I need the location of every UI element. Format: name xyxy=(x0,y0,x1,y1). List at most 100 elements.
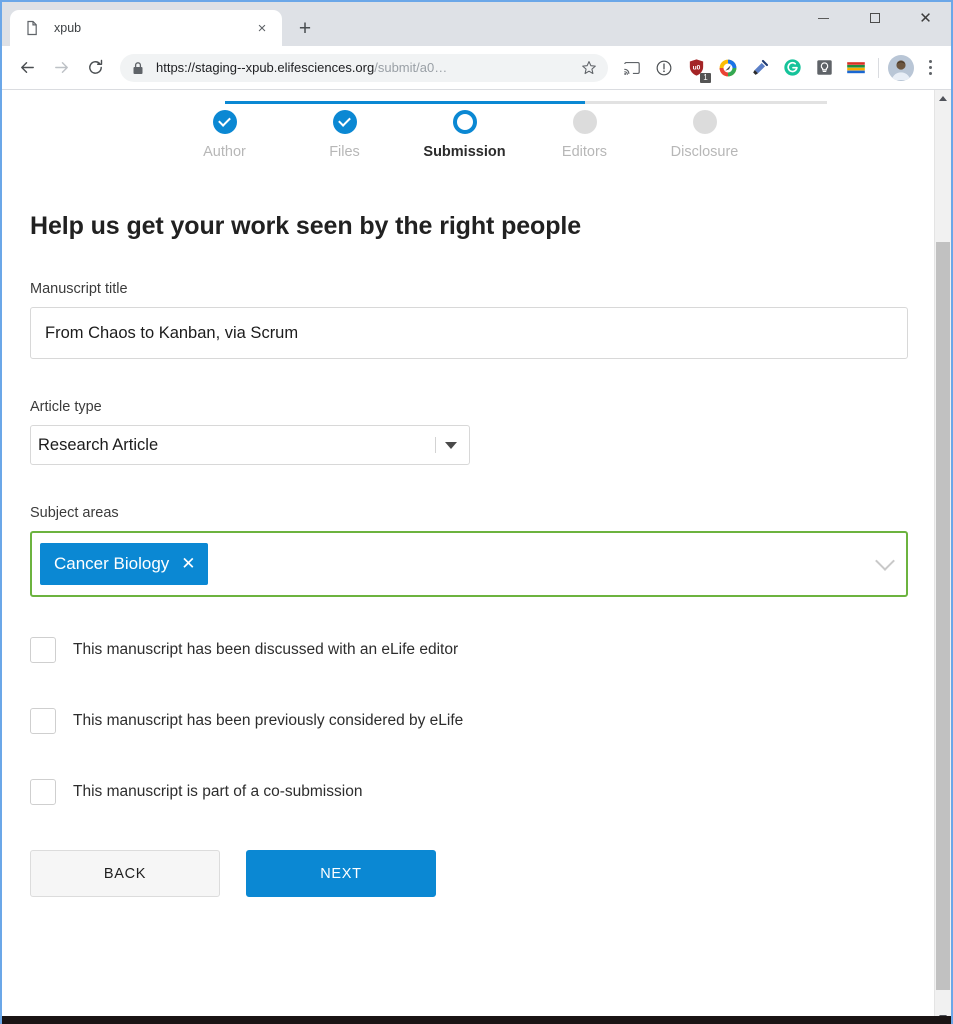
step-label-author: Author xyxy=(203,144,246,160)
tag-cancer-biology[interactable]: Cancer Biology ✕ xyxy=(40,543,208,585)
info-circle-icon[interactable] xyxy=(650,54,678,82)
checkbox-group: This manuscript has been discussed with … xyxy=(30,637,899,805)
forward-button[interactable] xyxy=(46,53,76,83)
step-connector-2 xyxy=(344,101,585,104)
article-type-select[interactable]: Research Article xyxy=(30,425,470,465)
caret-down-icon xyxy=(445,441,457,449)
field-subject-areas: Subject areas Cancer Biology ✕ xyxy=(30,505,908,597)
step-label-submission: Submission xyxy=(423,144,506,160)
minimize-icon xyxy=(818,17,829,19)
step-todo-icon xyxy=(572,110,597,134)
checkbox-previously-considered[interactable] xyxy=(30,708,56,734)
step-connector-3 xyxy=(584,101,705,104)
subject-areas-multiselect[interactable]: Cancer Biology ✕ xyxy=(30,531,908,597)
star-icon[interactable] xyxy=(578,60,600,76)
step-files[interactable]: Files xyxy=(285,110,405,160)
page-viewport: Author Files Submission Editors Disclosu… xyxy=(2,90,951,1024)
browser-window: xpub × + ✕ https://staging--xpub.elifesc… xyxy=(0,0,953,1024)
lightbulb-icon[interactable] xyxy=(810,54,838,82)
reload-button[interactable] xyxy=(80,53,110,83)
step-current-icon xyxy=(452,110,477,134)
step-disclosure[interactable]: Disclosure xyxy=(645,110,765,160)
reload-icon xyxy=(88,59,102,74)
window-controls: ✕ xyxy=(798,2,951,34)
cast-icon[interactable] xyxy=(618,54,646,82)
select-separator xyxy=(435,437,436,453)
window-bottom-edge xyxy=(2,1016,951,1024)
next-button[interactable]: NEXT xyxy=(246,850,436,897)
menu-dot xyxy=(928,66,932,69)
menu-dot xyxy=(928,60,932,63)
step-connector-4 xyxy=(704,101,827,104)
avatar[interactable] xyxy=(888,54,914,81)
close-icon: ✕ xyxy=(919,8,932,27)
menu-dot xyxy=(928,72,932,75)
scroll-up-arrow-icon[interactable] xyxy=(935,90,951,107)
checkbox-label-discussed-with-editor: This manuscript has been discussed with … xyxy=(73,641,459,658)
maximize-button[interactable] xyxy=(849,2,900,34)
ublock-origin-shield-icon[interactable]: u0 1 xyxy=(682,54,711,83)
checkbox-row-co-submission[interactable]: This manuscript is part of a co-submissi… xyxy=(30,779,899,805)
new-tab-button[interactable]: + xyxy=(288,11,322,45)
step-todo-icon xyxy=(692,110,717,134)
checkbox-label-previously-considered: This manuscript has been previously cons… xyxy=(73,712,464,729)
ublock-badge-count: 1 xyxy=(700,72,711,83)
tag-label: Cancer Biology xyxy=(54,554,170,573)
page-icon xyxy=(24,20,40,36)
back-arrow-icon xyxy=(20,62,34,73)
checkbox-row-previously-considered[interactable]: This manuscript has been previously cons… xyxy=(30,708,899,734)
checkbox-row-discussed-with-editor[interactable]: This manuscript has been discussed with … xyxy=(30,637,899,663)
color-circle-icon[interactable] xyxy=(714,54,742,82)
article-type-value: Research Article xyxy=(38,435,159,454)
step-connector-1 xyxy=(224,101,345,104)
chevron-down-icon[interactable] xyxy=(875,551,895,571)
page-content: Author Files Submission Editors Disclosu… xyxy=(2,90,934,1024)
arrow-up-glyph xyxy=(939,96,947,101)
step-author[interactable]: Author xyxy=(165,110,285,160)
svg-text:u0: u0 xyxy=(692,65,700,72)
checkbox-co-submission[interactable] xyxy=(30,779,56,805)
extension-icons: u0 1 xyxy=(616,54,872,83)
grammarly-icon[interactable] xyxy=(778,54,806,82)
maximize-icon xyxy=(869,13,880,23)
checkbox-label-co-submission: This manuscript is part of a co-submissi… xyxy=(73,783,363,800)
tag-remove-icon[interactable]: ✕ xyxy=(181,555,195,573)
step-check-icon xyxy=(212,110,237,134)
color-stack-icon[interactable] xyxy=(842,54,870,82)
back-button[interactable] xyxy=(12,53,42,83)
eyedropper-icon[interactable] xyxy=(746,54,774,82)
browser-toolbar: https://staging--xpub.elifesciences.org/… xyxy=(2,46,951,90)
scrollbar-thumb[interactable] xyxy=(936,242,950,990)
browser-tab-xpub[interactable]: xpub × xyxy=(10,10,282,46)
submission-progress-stepper: Author Files Submission Editors Disclosu… xyxy=(165,90,827,170)
step-label-disclosure: Disclosure xyxy=(670,144,739,160)
step-check-icon xyxy=(332,110,357,134)
manuscript-title-label: Manuscript title xyxy=(30,281,128,297)
url-path: /submit/a0… xyxy=(374,60,448,75)
step-label-files: Files xyxy=(329,144,360,160)
step-submission[interactable]: Submission xyxy=(405,110,525,160)
vertical-scrollbar[interactable] xyxy=(934,90,951,1024)
manuscript-title-input[interactable]: From Chaos to Kanban, via Scrum xyxy=(30,307,908,359)
tab-strip: xpub × + ✕ xyxy=(2,2,951,46)
minimize-button[interactable] xyxy=(798,2,849,34)
step-editors[interactable]: Editors xyxy=(525,110,645,160)
url-text: https://staging--xpub.elifesciences.org/… xyxy=(156,60,578,75)
address-bar[interactable]: https://staging--xpub.elifesciences.org/… xyxy=(120,53,608,82)
subject-areas-label: Subject areas xyxy=(30,505,119,521)
tab-close-icon[interactable]: × xyxy=(252,18,272,38)
tab-title: xpub xyxy=(54,21,82,35)
back-button[interactable]: BACK xyxy=(30,850,220,897)
checkbox-discussed-with-editor[interactable] xyxy=(30,637,56,663)
forward-arrow-icon xyxy=(54,62,68,73)
form-actions: BACK NEXT xyxy=(30,850,899,927)
close-window-button[interactable]: ✕ xyxy=(900,2,951,34)
field-manuscript-title: Manuscript title From Chaos to Kanban, v… xyxy=(30,281,908,359)
lock-icon xyxy=(132,61,146,75)
article-type-label: Article type xyxy=(30,399,102,415)
field-article-type: Article type Research Article xyxy=(30,399,899,465)
page-title: Help us get your work seen by the right … xyxy=(30,212,582,240)
three-dot-menu-icon[interactable] xyxy=(917,60,943,75)
url-domain: https://staging--xpub.elifesciences.org xyxy=(156,60,375,75)
step-label-editors: Editors xyxy=(561,144,608,160)
